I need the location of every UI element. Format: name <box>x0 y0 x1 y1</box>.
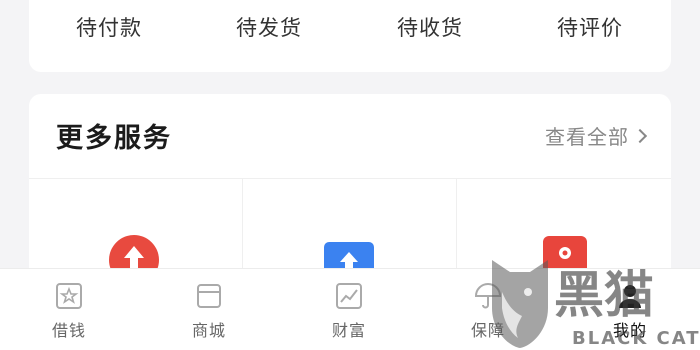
order-status-card: 待付款 待发货 待收货 待评价 <box>29 0 671 72</box>
watermark-text-en: BLACK CAT <box>572 328 700 349</box>
order-tab-pending-shipment[interactable]: 待发货 <box>214 12 324 42</box>
order-tab-pending-receipt[interactable]: 待收货 <box>375 12 485 42</box>
tab-wealth-label: 财富 <box>331 321 366 340</box>
view-all-link[interactable]: 查看全部 <box>545 121 648 150</box>
grid-divider <box>29 178 671 179</box>
tab-borrow[interactable]: 借钱 <box>24 281 114 341</box>
borrow-icon <box>56 283 82 309</box>
tab-wealth[interactable]: 财富 <box>304 281 394 341</box>
services-title: 更多服务 <box>56 123 172 154</box>
tab-mall[interactable]: 商城 <box>164 281 254 341</box>
wealth-icon <box>336 283 362 309</box>
order-tab-pending-review[interactable]: 待评价 <box>535 12 645 42</box>
watermark-text-cn: 黑猫 <box>554 266 654 324</box>
order-tab-pending-payment[interactable]: 待付款 <box>54 12 164 42</box>
chevron-right-icon <box>632 128 648 143</box>
black-cat-watermark: 黑猫 BLACK CAT <box>488 252 700 350</box>
mall-icon <box>197 284 221 308</box>
view-all-label: 查看全部 <box>545 125 629 149</box>
tab-borrow-label: 借钱 <box>51 321 86 340</box>
tab-mall-label: 商城 <box>191 321 226 340</box>
